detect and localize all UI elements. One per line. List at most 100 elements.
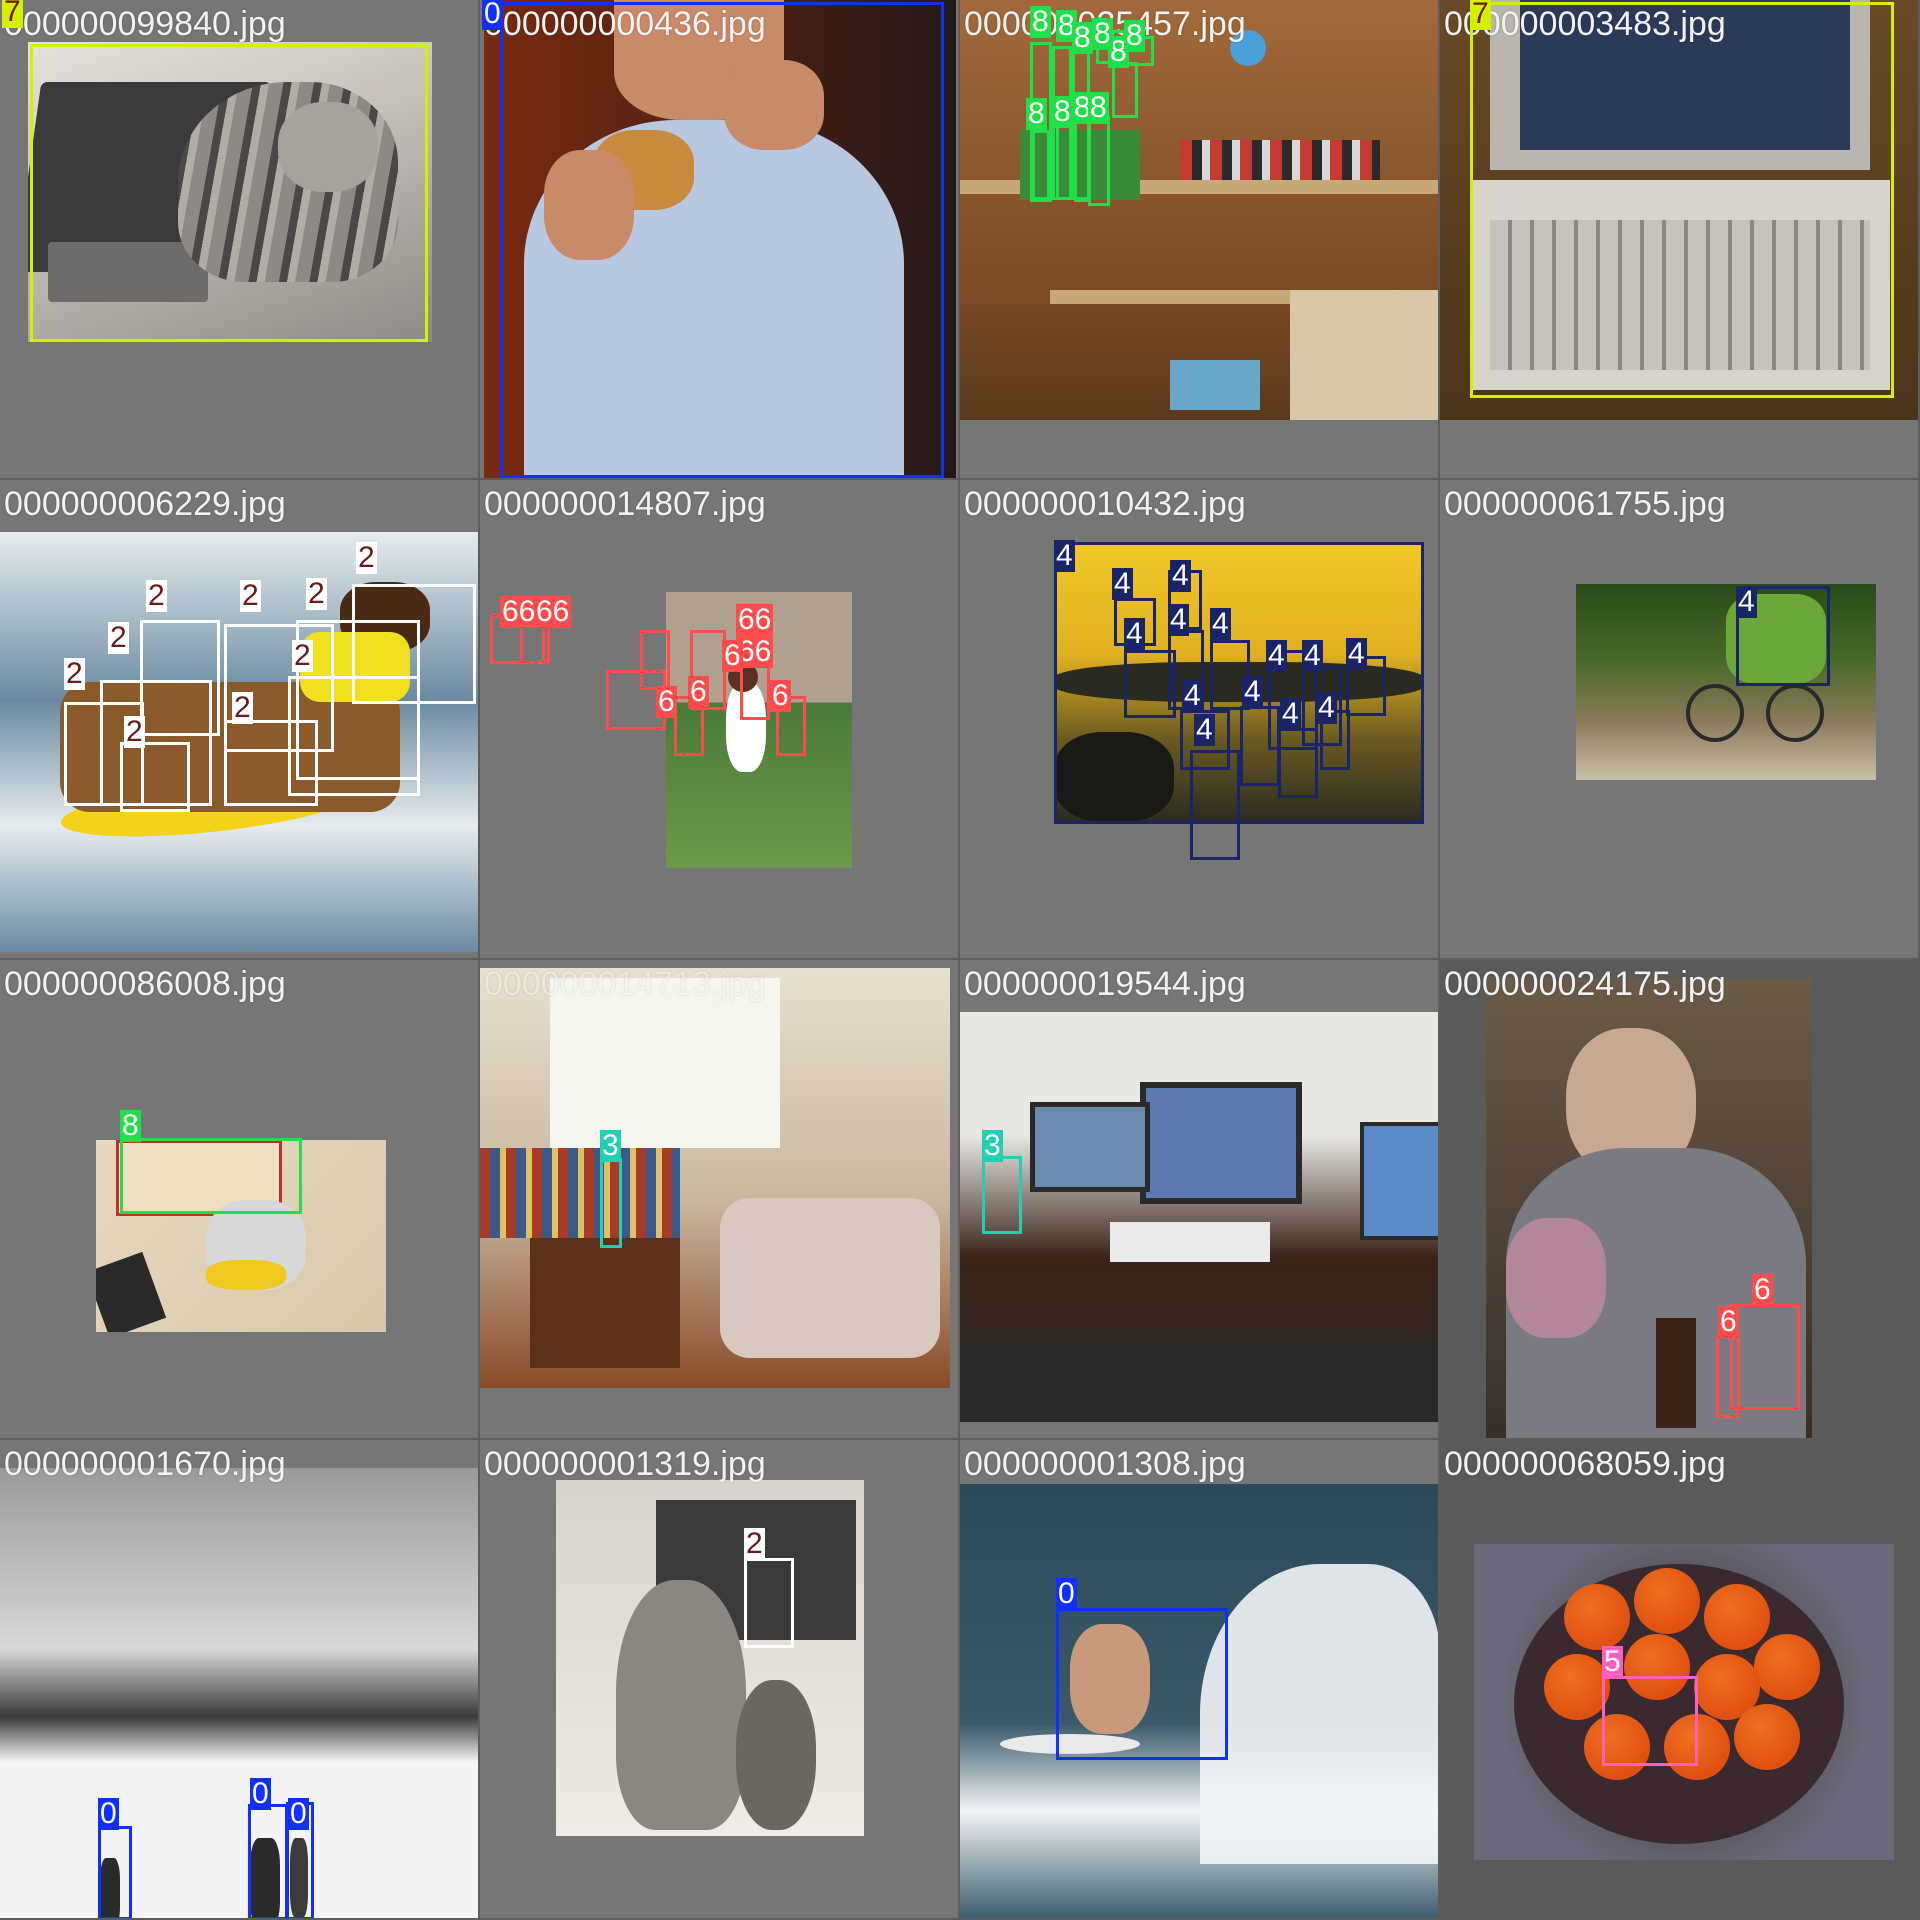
class-label: 0 — [98, 1797, 119, 1830]
tile-1: 000000099840.jpg 7 — [0, 0, 480, 480]
tile-15: 000000001308.jpg 0 — [960, 1440, 1440, 1920]
tile-filename: 000000061755.jpg — [1444, 485, 1726, 523]
class-label: 6 — [688, 675, 709, 708]
class-label: 4 — [1112, 567, 1133, 600]
class-label: 8 — [1088, 91, 1109, 124]
keyboard — [1110, 1222, 1270, 1262]
tile-2: 000000000436.jpg 0 — [480, 0, 960, 480]
class-label: 8 — [1092, 17, 1113, 50]
class-label: 4 — [1210, 607, 1231, 640]
class-label: 4 — [1346, 637, 1367, 670]
photo-snowy-mountain — [0, 1468, 478, 1918]
bounding-box — [98, 1826, 132, 1918]
bounding-box — [740, 660, 770, 720]
photo-living-room — [480, 968, 950, 1388]
bounding-box — [520, 624, 550, 664]
class-label: 4 — [1124, 617, 1145, 650]
bounding-box — [640, 630, 670, 690]
class-label: 3 — [982, 1129, 1003, 1162]
class-label: 2 — [356, 541, 377, 574]
class-label: 4 — [1280, 697, 1301, 730]
tile-16: 000000068059.jpg 5 — [1440, 1440, 1920, 1920]
tile-7: 000000010432.jpg 44444444444444 — [960, 480, 1440, 960]
tile-9: 000000086008.jpg 8 — [0, 960, 480, 1440]
tile-filename: 000000001670.jpg — [4, 1445, 286, 1483]
class-label: 2 — [240, 579, 261, 612]
tile-filename: 000000019544.jpg — [964, 965, 1246, 1003]
photo-bananas-on-bicycle — [1576, 584, 1876, 780]
scissors — [206, 1260, 286, 1290]
flowers — [1506, 1218, 1606, 1338]
class-label: 4 — [1168, 603, 1189, 636]
class-label: 0 — [250, 1777, 271, 1810]
tile-filename: 000000068059.jpg — [1444, 1445, 1726, 1483]
class-label: 6 — [656, 685, 677, 718]
class-label: 0 — [482, 0, 503, 30]
class-label: 2 — [64, 657, 85, 690]
class-label: 4 — [1316, 691, 1337, 724]
class-label: 8 — [1124, 19, 1145, 52]
tile-filename: 000000099840.jpg — [4, 5, 286, 43]
class-label: 66 — [736, 603, 774, 636]
bounding-box — [1088, 116, 1110, 206]
orange — [1704, 1584, 1770, 1650]
bounding-box — [1056, 1608, 1228, 1760]
tile-filename: 000000006229.jpg — [4, 485, 286, 523]
bounding-box — [30, 44, 428, 342]
class-label: 4 — [1266, 639, 1287, 672]
class-label: 7 — [2, 0, 23, 28]
class-label: 4 — [1182, 679, 1203, 712]
bounding-box — [288, 676, 420, 796]
tile-4: 000000003483.jpg 7 — [1440, 0, 1920, 480]
class-label: 4 — [1170, 559, 1191, 592]
tile-8: 000000061755.jpg 4 — [1440, 480, 1920, 960]
side-table — [530, 1238, 680, 1368]
bounding-box — [600, 1158, 622, 1248]
class-label: 6 — [1718, 1305, 1739, 1338]
class-label: 8 — [1030, 5, 1051, 38]
class-label: 8 — [1052, 95, 1073, 128]
tile-filename: 000000024175.jpg — [1444, 965, 1726, 1003]
bounding-box — [1278, 728, 1318, 798]
cat-small — [736, 1680, 816, 1830]
class-label: 0 — [288, 1797, 309, 1830]
photo-cats-watching-tv — [556, 1480, 864, 1836]
class-label: 4 — [1242, 675, 1263, 708]
class-label: 0 — [1056, 1577, 1077, 1610]
orange — [1544, 1654, 1610, 1720]
class-label: 2 — [744, 1527, 765, 1560]
bounding-box — [744, 1558, 794, 1648]
class-label: 4 — [1054, 539, 1075, 572]
class-label: 8 — [120, 1109, 141, 1142]
orange — [1754, 1634, 1820, 1700]
bounding-box — [1602, 1676, 1698, 1766]
orange — [1564, 1584, 1630, 1650]
bike-wheel-rear — [1766, 684, 1824, 742]
class-label: 8 — [1072, 21, 1093, 54]
class-label: 2 — [146, 579, 167, 612]
sofa — [720, 1198, 940, 1358]
class-label: 2 — [108, 621, 129, 654]
tile-filename: 000000014713.jpg — [484, 965, 766, 1003]
class-label: 6 — [1752, 1273, 1773, 1306]
phone — [96, 1251, 167, 1332]
photo-computer-desk — [960, 1012, 1438, 1422]
tile-11: 000000019544.jpg 3 — [960, 960, 1440, 1440]
second-laptop — [1360, 1122, 1438, 1240]
bounding-box — [1056, 120, 1074, 200]
class-label: 2 — [124, 715, 145, 748]
bounding-box — [1240, 706, 1280, 786]
tile-filename: 000000010432.jpg — [964, 485, 1246, 523]
bike-wheel — [1686, 684, 1744, 742]
cat-large — [616, 1580, 746, 1830]
toolbox — [1170, 360, 1260, 410]
bounding-box — [1716, 1334, 1740, 1418]
tile-filename: 000000001319.jpg — [484, 1445, 766, 1483]
bounding-box — [982, 1156, 1022, 1234]
class-label: 6 — [722, 639, 743, 672]
tile-filename: 000000014807.jpg — [484, 485, 766, 523]
orange — [1734, 1704, 1800, 1770]
tile-6: 000000014807.jpg 66 66 66 6 6 6 66 6 — [480, 480, 960, 960]
tile-10: 000000014713.jpg 3 — [480, 960, 960, 1440]
class-label: 3 — [600, 1129, 621, 1162]
